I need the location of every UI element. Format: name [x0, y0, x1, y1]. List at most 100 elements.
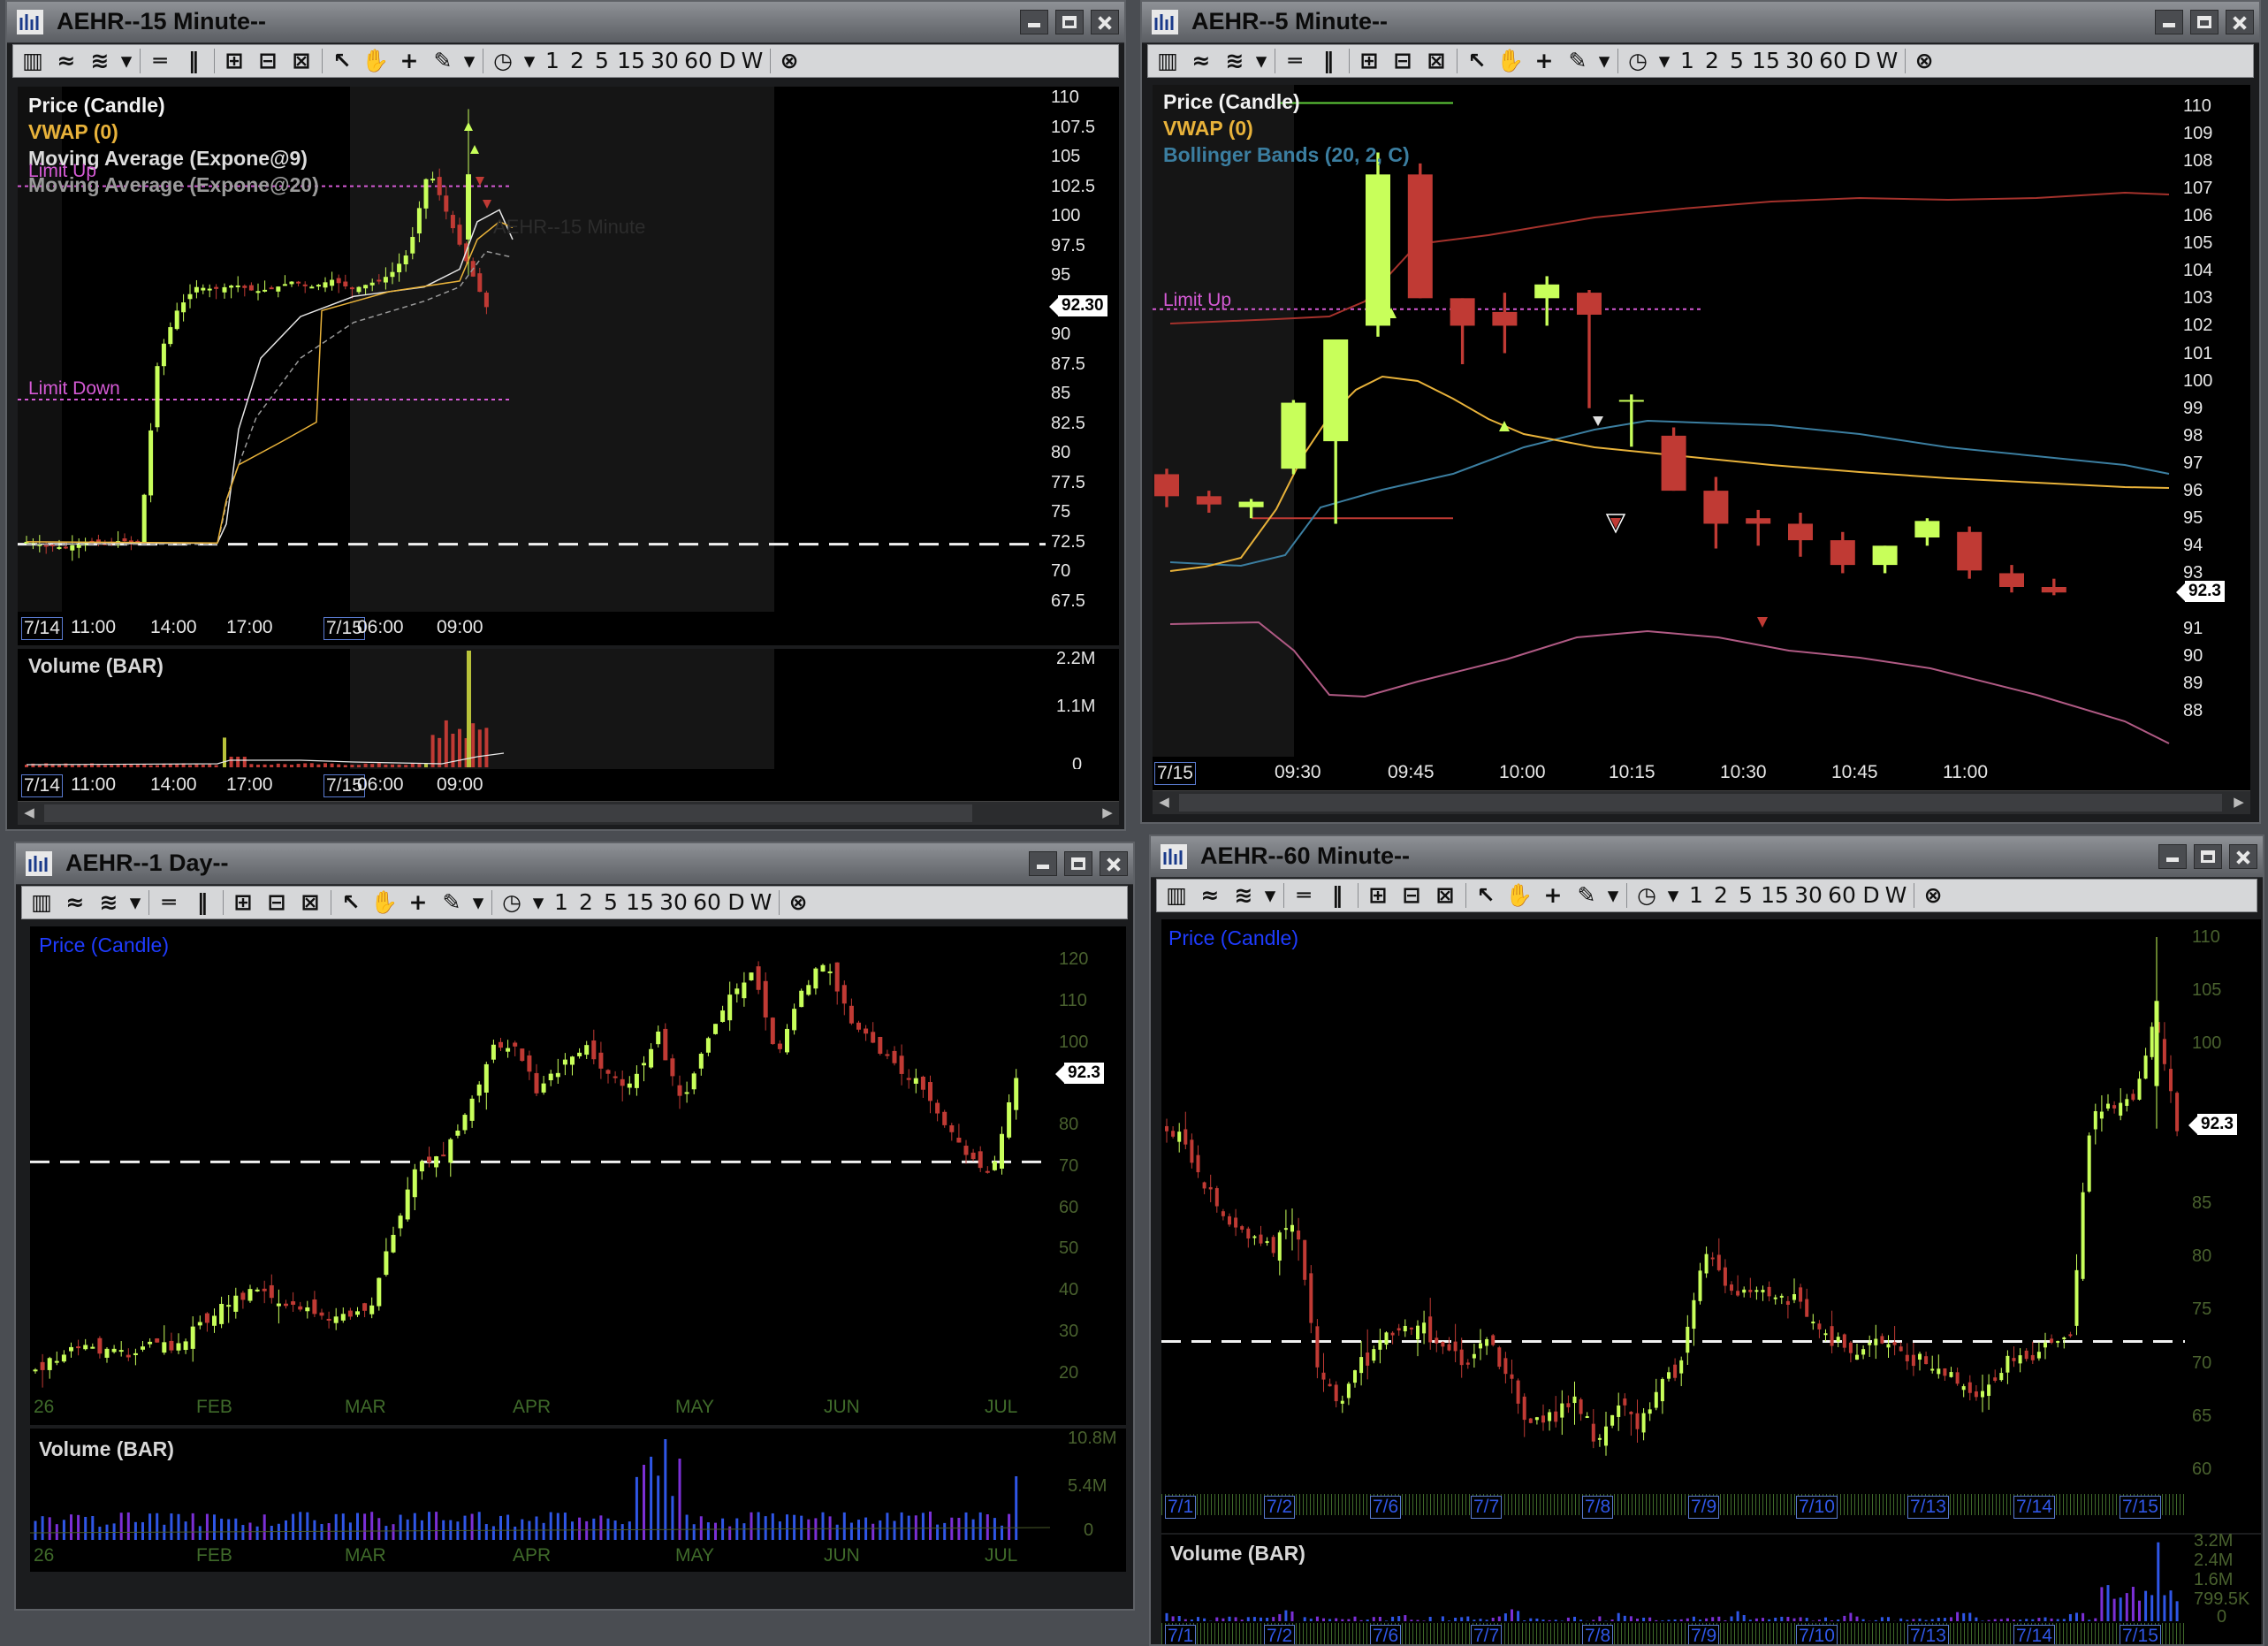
chart-type-icon[interactable]: ▥ — [1152, 45, 1183, 77]
scroll-right-icon[interactable]: ▶ — [1096, 802, 1119, 825]
dropdown-arrow-icon[interactable]: ▾ — [460, 45, 478, 77]
maximize-button[interactable] — [2194, 844, 2222, 869]
minimize-button[interactable] — [2158, 844, 2187, 869]
minimize-button[interactable] — [2155, 10, 2183, 34]
horizontal-scrollbar[interactable]: ◀ ▶ — [1153, 790, 2250, 814]
price-plot-area[interactable]: Price (Candle) — [30, 926, 1050, 1393]
chart-window-1day[interactable]: AEHR--1 Day-- ▥ ≈ ≋ ▾ ═ ‖ ⊞ ⊟ ⊠ ↖ ✋ + ✎ ▾ ◷ ▾ 1 2 5 15 30 60 D… — [14, 842, 1135, 1611]
price-y-axis[interactable]: 110 107.5 105 102.5 100 97.5 95 90 87.5 85 82.5 80 7… — [1046, 87, 1119, 612]
window-titlebar[interactable]: AEHR--5 Minute-- — [1142, 2, 2259, 43]
vertical-lines-icon[interactable]: ‖ — [178, 45, 209, 77]
period-button-W[interactable]: W — [1875, 45, 1899, 77]
maximize-button[interactable] — [2190, 10, 2219, 34]
pointer-icon[interactable]: ↖ — [1461, 45, 1493, 77]
cancel-icon[interactable]: ⊗ — [775, 45, 803, 77]
period-button-60[interactable]: 60 — [1825, 880, 1859, 911]
dropdown-arrow-icon[interactable]: ▾ — [469, 887, 487, 918]
scroll-thumb[interactable] — [1179, 794, 2222, 812]
horizontal-lines-icon[interactable]: ═ — [1279, 45, 1311, 77]
volume-legend[interactable]: Volume (BAR) — [39, 1436, 174, 1462]
dropdown-arrow-icon[interactable]: ▾ — [521, 45, 538, 77]
indicator-icon[interactable]: ≋ — [1219, 45, 1251, 77]
zoom-box-icon[interactable]: ⊟ — [1387, 45, 1419, 77]
dropdown-arrow-icon[interactable]: ▾ — [1604, 880, 1622, 911]
zoom-box-icon[interactable]: ⊟ — [261, 887, 293, 918]
period-button-D[interactable]: D — [1850, 45, 1875, 77]
auto-scale-icon[interactable]: ⊠ — [294, 887, 326, 918]
cancel-icon[interactable]: ⊗ — [784, 887, 812, 918]
pencil-icon[interactable]: ✎ — [1562, 45, 1594, 77]
volume-plot-area[interactable]: Volume (BAR) — [18, 649, 1046, 769]
period-button-W[interactable]: W — [740, 45, 765, 77]
scroll-right-icon[interactable]: ▶ — [2227, 791, 2250, 814]
auto-scale-icon[interactable]: ⊠ — [285, 45, 317, 77]
line-style-icon[interactable]: ≈ — [50, 45, 82, 77]
period-button-15[interactable]: 15 — [1758, 880, 1792, 911]
legend-price-candle[interactable]: Price (Candle) — [1163, 88, 1410, 115]
scroll-left-icon[interactable]: ◀ — [18, 802, 41, 825]
chart-window-15min[interactable]: AEHR--15 Minute-- ▥ ≈ ≋ ▾ ═ ‖ ⊞ ⊟ ⊠ ↖ ✋ + ✎ ▾ ◷ ▾ 1 2 5 15 3… — [5, 0, 1126, 831]
period-button-1[interactable]: 1 — [1684, 880, 1709, 911]
crosshair-box-icon[interactable]: ⊞ — [1362, 880, 1394, 911]
period-button-60[interactable]: 60 — [1816, 45, 1850, 77]
zoom-box-icon[interactable]: ⊟ — [252, 45, 284, 77]
period-button-30[interactable]: 30 — [648, 45, 681, 77]
auto-scale-icon[interactable]: ⊠ — [1420, 45, 1452, 77]
indicator-icon[interactable]: ≋ — [93, 887, 125, 918]
legend-price-candle[interactable]: Price (Candle) — [1168, 925, 1298, 951]
dropdown-arrow-icon[interactable]: ▾ — [1252, 45, 1270, 77]
indicator-icon[interactable]: ≋ — [1228, 880, 1260, 911]
period-button-2[interactable]: 2 — [574, 887, 598, 918]
period-button-15[interactable]: 15 — [1749, 45, 1783, 77]
crosshair-box-icon[interactable]: ⊞ — [218, 45, 250, 77]
hand-icon[interactable]: ✋ — [1495, 45, 1526, 77]
pointer-icon[interactable]: ↖ — [326, 45, 358, 77]
volume-plot-area[interactable]: Volume (BAR) — [30, 1429, 1050, 1542]
minimize-button[interactable] — [1020, 10, 1048, 34]
close-button[interactable] — [2229, 844, 2257, 869]
legend-price-candle[interactable]: Price (Candle) — [39, 932, 169, 958]
period-button-30[interactable]: 30 — [1783, 45, 1816, 77]
pencil-icon[interactable]: ✎ — [1571, 880, 1602, 911]
crosshair-icon[interactable]: + — [402, 887, 434, 918]
period-button-1[interactable]: 1 — [549, 887, 574, 918]
cancel-icon[interactable]: ⊗ — [1919, 880, 1947, 911]
maximize-button[interactable] — [1055, 10, 1084, 34]
vertical-lines-icon[interactable]: ‖ — [1321, 880, 1353, 911]
clock-icon[interactable]: ◷ — [487, 45, 519, 77]
crosshair-box-icon[interactable]: ⊞ — [227, 887, 259, 918]
crosshair-icon[interactable]: + — [1537, 880, 1569, 911]
volume-legend[interactable]: Volume (BAR) — [28, 652, 164, 679]
dropdown-arrow-icon[interactable]: ▾ — [1595, 45, 1613, 77]
chart-window-5min[interactable]: AEHR--5 Minute-- ▥ ≈ ≋ ▾ ═ ‖ ⊞ ⊟ ⊠ ↖ ✋ + ✎ ▾ ◷ ▾ 1 2 5 15 30… — [1140, 0, 2261, 824]
indicator-icon[interactable]: ≋ — [84, 45, 116, 77]
price-y-axis[interactable]: 110 105 100 85 80 75 70 65 60 92.3 — [2185, 919, 2261, 1494]
vertical-lines-icon[interactable]: ‖ — [186, 887, 218, 918]
period-button-60[interactable]: 60 — [690, 887, 724, 918]
vertical-lines-icon[interactable]: ‖ — [1313, 45, 1344, 77]
chart-type-icon[interactable]: ▥ — [26, 887, 57, 918]
pencil-icon[interactable]: ✎ — [427, 45, 459, 77]
close-button[interactable] — [2226, 10, 2254, 34]
auto-scale-icon[interactable]: ⊠ — [1429, 880, 1461, 911]
cancel-icon[interactable]: ⊗ — [1910, 45, 1938, 77]
dropdown-arrow-icon[interactable]: ▾ — [1261, 880, 1279, 911]
price-plot-area[interactable]: Price (Candle) — [1161, 919, 2185, 1494]
scroll-left-icon[interactable]: ◀ — [1153, 791, 1176, 814]
period-button-2[interactable]: 2 — [1700, 45, 1724, 77]
volume-legend[interactable]: Volume (BAR) — [1170, 1540, 1305, 1566]
period-button-5[interactable]: 5 — [1724, 45, 1749, 77]
scroll-thumb[interactable] — [44, 804, 972, 822]
chart-type-icon[interactable]: ▥ — [1161, 880, 1192, 911]
clock-icon[interactable]: ◷ — [496, 887, 528, 918]
period-button-5[interactable]: 5 — [590, 45, 614, 77]
clock-icon[interactable]: ◷ — [1622, 45, 1654, 77]
pointer-icon[interactable]: ↖ — [335, 887, 367, 918]
window-titlebar[interactable]: AEHR--60 Minute-- — [1151, 836, 2263, 878]
hand-icon[interactable]: ✋ — [360, 45, 392, 77]
window-titlebar[interactable]: AEHR--1 Day-- — [16, 843, 1133, 885]
pencil-icon[interactable]: ✎ — [436, 887, 468, 918]
crosshair-icon[interactable]: + — [1528, 45, 1560, 77]
period-button-60[interactable]: 60 — [681, 45, 715, 77]
crosshair-box-icon[interactable]: ⊞ — [1353, 45, 1385, 77]
